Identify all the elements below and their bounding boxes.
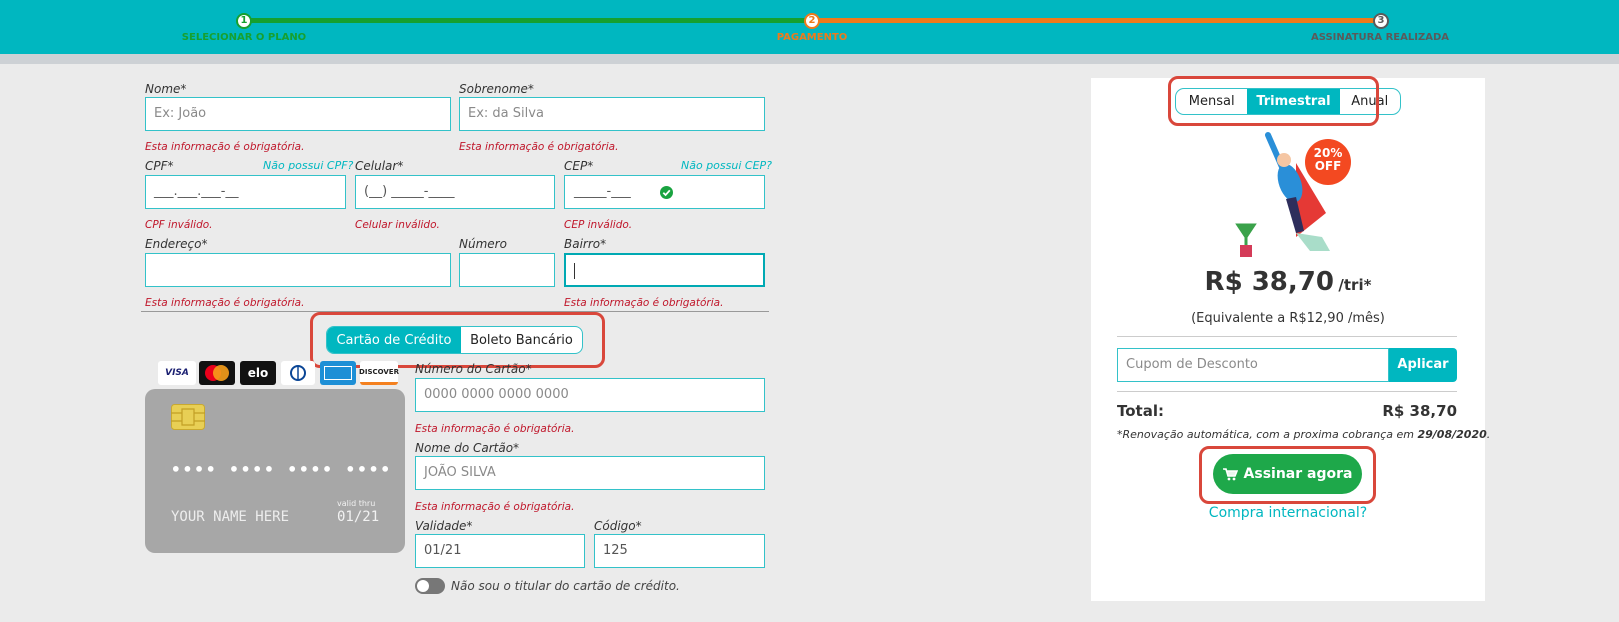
discover-logo: DISCOVER xyxy=(359,361,399,385)
checkout-progress-bar: 1 2 3 SELECIONAR O PLANO PAGAMENTO ASSIN… xyxy=(0,0,1619,54)
diners-club-logo xyxy=(281,361,315,385)
card-holder-preview: YOUR NAME HERE xyxy=(171,509,290,525)
district-error: Esta informação é obrigatória. xyxy=(564,297,724,309)
not-holder-toggle[interactable] xyxy=(415,578,445,594)
security-code-input[interactable]: 125 xyxy=(594,534,765,568)
renewal-text: *Renovação automática, com a proxima cob… xyxy=(1117,428,1418,441)
number-input[interactable] xyxy=(459,253,555,287)
cpf-label: CPF* xyxy=(145,159,174,173)
text-cursor xyxy=(574,263,575,279)
period-quarterly[interactable]: Trimestral xyxy=(1247,89,1340,114)
number-label: Número xyxy=(459,237,507,251)
step-1-label: SELECIONAR O PLANO xyxy=(181,32,307,43)
period-monthly[interactable]: Mensal xyxy=(1176,89,1247,114)
step-2-label: PAGAMENTO xyxy=(776,32,848,43)
panel-divider-1 xyxy=(1117,336,1457,337)
progress-track-current xyxy=(812,18,1380,23)
price-equivalent: (Equivalente a R$12,90 /mês) xyxy=(1191,311,1385,326)
discount-badge: 20% OFF xyxy=(1305,139,1351,185)
district-label: Bairro* xyxy=(564,237,607,251)
progress-track-done xyxy=(244,18,812,23)
payment-method-toggle: Cartão de Crédito Boleto Bancário xyxy=(326,326,583,354)
no-cep-link[interactable]: Não possui CEP? xyxy=(681,159,772,172)
international-purchase-link[interactable]: Compra internacional? xyxy=(1091,505,1485,521)
last-name-label: Sobrenome* xyxy=(459,82,534,96)
validity-label: Validade* xyxy=(415,519,473,533)
card-name-error: Esta informação é obrigatória. xyxy=(415,501,575,513)
visa-logo: VISA xyxy=(158,361,196,385)
total-value: R$ 38,70 xyxy=(1382,402,1457,420)
cart-icon xyxy=(1222,467,1238,480)
phone-label: Celular* xyxy=(355,159,404,173)
tab-credit-card[interactable]: Cartão de Crédito xyxy=(327,327,461,353)
cep-label: CEP* xyxy=(564,159,594,173)
address-label: Endereço* xyxy=(145,237,208,251)
card-name-label: Nome do Cartão* xyxy=(415,441,520,455)
card-number-error: Esta informação é obrigatória. xyxy=(415,423,575,435)
subscribe-label: Assinar agora xyxy=(1243,466,1353,482)
cep-error: CEP inválido. xyxy=(564,219,633,231)
card-number-preview: •••• •••• •••• •••• xyxy=(171,460,393,479)
card-valid-preview: 01/21 xyxy=(337,509,380,525)
plan-summary-panel: Mensal Trimestral Anual 20% OFF R$ 38,70… xyxy=(1091,78,1490,601)
card-number-input[interactable]: 0000 0000 0000 0000 xyxy=(415,378,765,412)
last-name-error: Esta informação é obrigatória. xyxy=(459,141,619,153)
first-name-input[interactable]: Ex: João xyxy=(145,97,451,131)
first-name-label: Nome* xyxy=(145,82,187,96)
price-display: R$ 38,70 /tri* xyxy=(1091,267,1485,297)
step-3-label: ASSINATURA REALIZADA xyxy=(1310,32,1450,43)
cpf-input[interactable]: ___.___.___-__ xyxy=(145,175,346,209)
cep-input[interactable]: _____-___ xyxy=(564,175,765,209)
phone-input[interactable]: (__) _____-____ xyxy=(355,175,555,209)
valid-check-icon xyxy=(660,186,673,199)
renewal-note: *Renovação automática, com a proxima cob… xyxy=(1117,428,1491,441)
total-label: Total: xyxy=(1117,402,1164,420)
form-divider xyxy=(141,311,769,312)
address-input[interactable] xyxy=(145,253,451,287)
credit-card-preview: •••• •••• •••• •••• YOUR NAME HERE valid… xyxy=(145,389,405,553)
first-name-error: Esta informação é obrigatória. xyxy=(145,141,305,153)
address-error: Esta informação é obrigatória. xyxy=(145,297,305,309)
elo-logo: elo xyxy=(240,361,276,385)
mastercard-logo xyxy=(199,361,235,385)
plan-price-unit: /tri* xyxy=(1338,276,1372,294)
step-1-dot: 1 xyxy=(236,13,252,29)
card-name-input[interactable]: JOÃO SILVA xyxy=(415,456,765,490)
last-name-input[interactable]: Ex: da Silva xyxy=(459,97,765,131)
district-input[interactable] xyxy=(564,253,765,287)
toggle-knob xyxy=(417,580,429,592)
cpf-error: CPF inválido. xyxy=(145,219,213,231)
no-cpf-link[interactable]: Não possui CPF? xyxy=(263,159,353,172)
panel-divider-2 xyxy=(1117,391,1457,392)
plan-price: R$ 38,70 xyxy=(1204,267,1334,297)
phone-error: Celular inválido. xyxy=(355,219,440,231)
step-3-dot: 3 xyxy=(1373,13,1389,29)
card-number-label: Número do Cartão* xyxy=(415,362,532,376)
amex-logo xyxy=(320,361,356,385)
validity-input[interactable]: 01/21 xyxy=(415,534,585,568)
renewal-date: 29/08/2020 xyxy=(1417,428,1487,441)
chip-icon xyxy=(171,404,205,430)
card-valid-thru-label: valid thru xyxy=(337,499,376,508)
billing-period-toggle: Mensal Trimestral Anual xyxy=(1175,88,1401,115)
subscribe-button[interactable]: Assinar agora xyxy=(1213,454,1362,494)
discount-badge-off: OFF xyxy=(1314,159,1342,173)
security-code-label: Código* xyxy=(594,519,642,533)
period-yearly[interactable]: Anual xyxy=(1340,89,1400,114)
step-2-dot: 2 xyxy=(804,13,820,29)
tab-bank-slip[interactable]: Boleto Bancário xyxy=(461,327,582,353)
coupon-input[interactable]: Cupom de Desconto xyxy=(1117,348,1389,382)
header-separator xyxy=(0,54,1619,64)
not-holder-label: Não sou o titular do cartão de crédito. xyxy=(451,579,680,593)
apply-coupon-button[interactable]: Aplicar xyxy=(1389,348,1457,382)
